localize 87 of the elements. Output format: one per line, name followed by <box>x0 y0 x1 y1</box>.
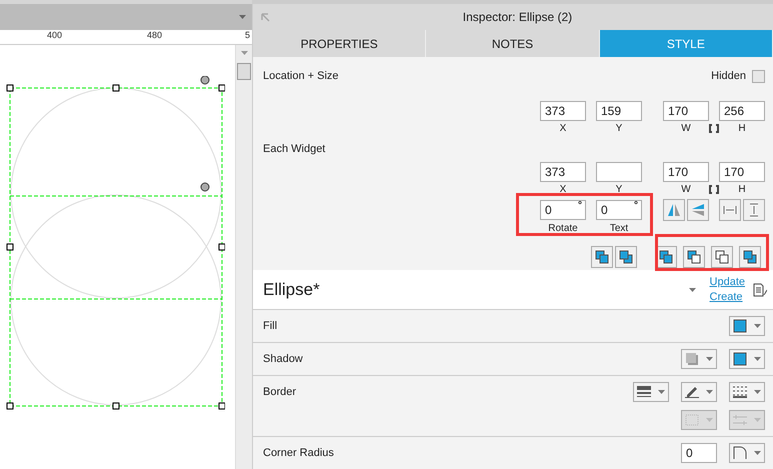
color-swatch-icon <box>733 352 747 366</box>
inspector-title: Inspector: Ellipse (2) <box>462 10 574 24</box>
caret-icon <box>706 418 713 422</box>
checkbox-label: Hidden <box>711 70 746 82</box>
degree-sign: ° <box>634 200 638 211</box>
rotation-field[interactable]: 0 ° <box>596 200 642 220</box>
arrange-button[interactable] <box>591 246 613 268</box>
caret-icon <box>239 15 246 19</box>
field-caption: Rotate <box>547 223 579 234</box>
field-caption: Text <box>608 223 630 234</box>
caret-icon <box>754 451 761 455</box>
number-field[interactable]: 159 <box>596 101 642 121</box>
scroll-thumb[interactable] <box>237 63 251 80</box>
hidden-checkbox[interactable] <box>752 70 765 82</box>
ruler-label: 400 <box>47 30 62 40</box>
field-caption: H <box>737 123 747 134</box>
arrange-button[interactable] <box>711 246 733 268</box>
arrange-icon <box>743 250 757 264</box>
distribute-vertical-icon[interactable] <box>743 199 765 221</box>
scrollbar[interactable] <box>235 45 252 469</box>
border-sides-icon <box>685 414 699 426</box>
caret-icon <box>658 390 665 394</box>
style-dropdown[interactable] <box>681 382 717 402</box>
field-caption: W <box>680 123 692 134</box>
ruler-label: 480 <box>147 30 162 40</box>
section-label: Fill <box>263 320 278 332</box>
line-weight-icon <box>637 386 651 398</box>
field-caption: W <box>680 184 692 195</box>
document-edit-icon[interactable] <box>753 282 767 296</box>
number-field[interactable] <box>596 162 642 182</box>
arrange-icon <box>687 250 701 264</box>
style-dropdown[interactable] <box>729 316 765 336</box>
style-link[interactable]: Update <box>710 276 745 288</box>
dash-style-icon <box>733 386 747 398</box>
lock-ratio-icon[interactable] <box>709 124 719 133</box>
style-dropdown[interactable] <box>729 443 765 463</box>
caret-icon <box>706 390 713 394</box>
section-label: Location + Size <box>263 70 339 82</box>
style-dropdown[interactable] <box>633 382 669 402</box>
field-caption: Y <box>614 184 624 195</box>
caret-icon <box>706 357 713 361</box>
number-field[interactable]: 170 <box>719 162 765 182</box>
section-label: Each Widget <box>263 143 326 155</box>
section-label: Shadow <box>263 353 303 365</box>
section-label: Border <box>263 386 296 398</box>
style-link[interactable]: Create <box>710 291 745 303</box>
number-field[interactable]: 0 <box>681 443 717 463</box>
degree-sign: ° <box>578 200 582 211</box>
lock-ratio-icon[interactable] <box>709 185 719 194</box>
caret-icon <box>754 390 761 394</box>
flip-horizontal-icon[interactable] <box>663 199 685 221</box>
number-field[interactable]: 373 <box>540 101 586 121</box>
caret-icon <box>240 51 248 55</box>
distribute-horizontal-icon[interactable] <box>719 199 741 221</box>
field-caption: X <box>558 184 568 195</box>
caret-icon <box>754 357 761 361</box>
corner-icon <box>733 446 747 460</box>
arrange-icon <box>659 250 673 264</box>
arrange-icon <box>619 250 633 264</box>
tab[interactable]: PROPERTIES <box>253 30 426 57</box>
field-caption: H <box>737 184 747 195</box>
style-dropdown[interactable] <box>729 382 765 402</box>
rotation-field[interactable]: 0 ° <box>540 200 586 220</box>
arrange-button[interactable] <box>739 246 761 268</box>
pen-icon <box>685 386 699 398</box>
number-field[interactable]: 373 <box>540 162 586 182</box>
style-dropdown[interactable] <box>729 349 765 369</box>
flip-vertical-icon[interactable] <box>687 199 709 221</box>
arrange-icon <box>595 250 609 264</box>
caret-icon <box>754 324 761 328</box>
caret-icon <box>688 288 696 292</box>
field-caption: Y <box>614 123 624 134</box>
arrow-style-icon <box>733 414 747 426</box>
caret-icon <box>754 418 761 422</box>
style-name: Ellipse* <box>263 280 321 300</box>
section-label: Corner Radius <box>263 447 334 459</box>
number-field[interactable]: 256 <box>719 101 765 121</box>
color-swatch-icon <box>733 319 747 333</box>
tab[interactable]: NOTES <box>426 30 600 57</box>
ruler-label: 5 <box>245 30 250 40</box>
number-field[interactable]: 170 <box>663 162 709 182</box>
field-caption: X <box>558 123 568 134</box>
arrange-button[interactable] <box>683 246 705 268</box>
arrange-button[interactable] <box>615 246 637 268</box>
arrange-icon <box>715 250 729 264</box>
number-field[interactable]: 170 <box>663 101 709 121</box>
shadow-icon <box>685 352 699 366</box>
